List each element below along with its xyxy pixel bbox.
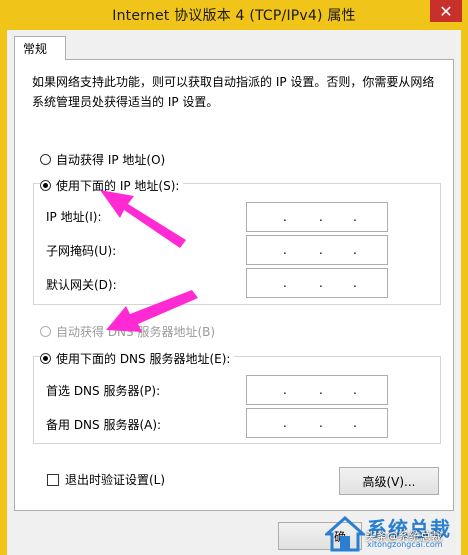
- preferred-dns-label: 首选 DNS 服务器(P):: [46, 384, 161, 398]
- ip-dot: .: [283, 210, 287, 224]
- ip-dot: .: [283, 416, 287, 430]
- radio-manual-ip-circle[interactable]: [40, 180, 51, 191]
- ip-dot: .: [283, 243, 287, 257]
- radio-manual-ip-label: 使用下面的 IP 地址(S):: [56, 179, 180, 193]
- tab-general-label: 常规: [23, 42, 48, 56]
- advanced-button-label: 高级(V)...: [362, 474, 416, 489]
- radio-manual-dns[interactable]: 使用下面的 DNS 服务器地址(E):: [40, 350, 235, 367]
- radio-manual-dns-label: 使用下面的 DNS 服务器地址(E):: [56, 352, 231, 366]
- close-icon: ✕: [439, 1, 453, 21]
- subnet-mask-input[interactable]: . . .: [246, 235, 388, 265]
- subnet-mask-label: 子网掩码(U):: [46, 244, 117, 258]
- radio-auto-ip[interactable]: 自动获得 IP 地址(O): [40, 151, 165, 168]
- house-logo-icon: [325, 516, 365, 552]
- close-button[interactable]: ✕: [430, 0, 462, 22]
- description-text: 如果网络支持此功能，则可以获取自动指派的 IP 设置。否则，你需要从网络系统管理…: [32, 75, 435, 109]
- ip-dot: .: [353, 383, 357, 397]
- radio-auto-dns-circle[interactable]: [40, 326, 51, 337]
- validate-settings-label: 退出时验证设置(L): [65, 473, 166, 487]
- advanced-button[interactable]: 高级(V)...: [339, 467, 439, 495]
- tab-general[interactable]: 常规: [14, 36, 66, 60]
- watermark-overlay-text: 头条@系统总裁: [365, 530, 442, 543]
- ip-dot: .: [319, 383, 323, 397]
- ip-dot: .: [319, 276, 323, 290]
- radio-auto-dns-label: 自动获得 DNS 服务器地址(B): [56, 325, 216, 339]
- ip-dot: .: [319, 210, 323, 224]
- alternate-dns-label: 备用 DNS 服务器(A):: [46, 418, 162, 432]
- ip-dot: .: [319, 243, 323, 257]
- ip-dot: .: [353, 210, 357, 224]
- radio-auto-ip-label: 自动获得 IP 地址(O): [56, 153, 166, 167]
- radio-auto-ip-circle[interactable]: [40, 154, 51, 165]
- ip-dot: .: [353, 416, 357, 430]
- default-gateway-input[interactable]: . . .: [246, 268, 388, 298]
- ip-dot: .: [283, 276, 287, 290]
- ip-dot: .: [319, 416, 323, 430]
- title-bar: Internet 协议版本 4 (TCP/IPv4) 属性 ✕: [0, 0, 468, 30]
- validate-settings-checkbox[interactable]: 退出时验证设置(L): [47, 471, 165, 488]
- dialog-window: Internet 协议版本 4 (TCP/IPv4) 属性 ✕ 常规 如果网络支…: [0, 0, 468, 555]
- radio-manual-dns-circle[interactable]: [40, 353, 51, 364]
- ip-dot: .: [353, 243, 357, 257]
- radio-auto-dns[interactable]: 自动获得 DNS 服务器地址(B): [40, 323, 215, 340]
- ip-dot: .: [353, 276, 357, 290]
- window-title: Internet 协议版本 4 (TCP/IPv4) 属性: [112, 8, 356, 24]
- alternate-dns-input[interactable]: . . .: [246, 408, 388, 438]
- radio-manual-ip[interactable]: 使用下面的 IP 地址(S):: [40, 177, 184, 194]
- default-gateway-label: 默认网关(D):: [46, 278, 117, 292]
- preferred-dns-input[interactable]: . . .: [246, 375, 388, 405]
- ip-dot: .: [283, 383, 287, 397]
- ip-address-input[interactable]: . . .: [246, 202, 388, 232]
- ip-address-label: IP 地址(I):: [46, 210, 102, 224]
- validate-settings-box[interactable]: [47, 473, 59, 486]
